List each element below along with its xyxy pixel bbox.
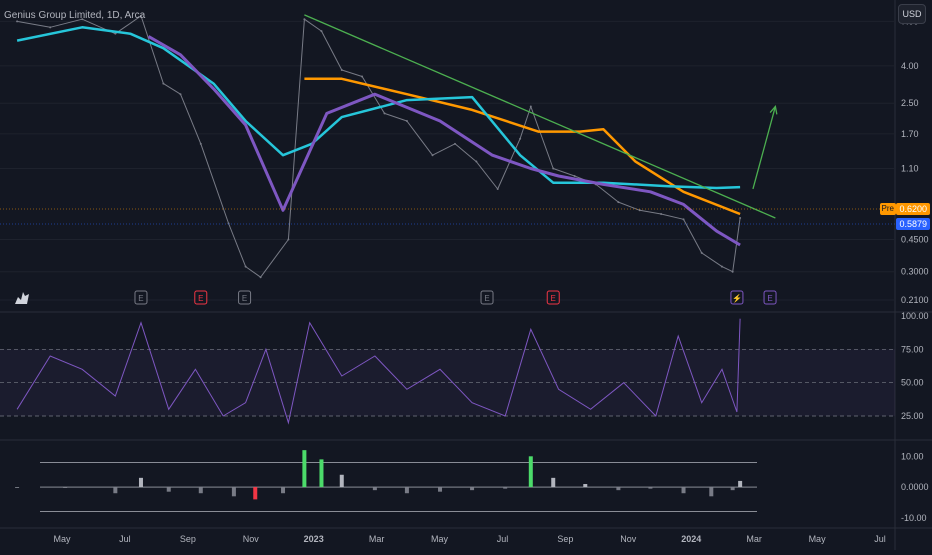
histogram-bar (302, 450, 307, 488)
histogram-tick-label: 10.00 (901, 451, 924, 461)
x-axis-label: Mar (369, 534, 385, 544)
price-tick-label: 1.10 (901, 163, 919, 173)
rsi-tick-label: 50.00 (901, 378, 924, 388)
histogram-bar (404, 487, 409, 494)
histogram-bar (738, 480, 743, 488)
rsi-tick-label: 25.00 (901, 411, 924, 421)
x-axis-label: Nov (243, 534, 260, 544)
rsi-tick-label: 100.00 (901, 311, 929, 321)
histogram-bar (319, 459, 324, 488)
earnings-icon-glyph: E (767, 294, 772, 303)
x-axis-label: 2024 (681, 534, 701, 544)
histogram-bar (438, 487, 443, 492)
price-point (287, 238, 290, 241)
histogram-bar (113, 487, 118, 494)
x-axis-label: Jul (119, 534, 131, 544)
price-point (320, 30, 323, 33)
price-point (552, 167, 555, 170)
histogram-bar (281, 487, 286, 494)
price-point (475, 160, 478, 163)
price-point (682, 218, 685, 221)
x-axis-label: Jul (497, 534, 509, 544)
histogram-tick-label: 0.0000 (901, 482, 929, 492)
x-axis-label: May (809, 534, 827, 544)
pre-market-price-tag: 0.6200 (896, 203, 930, 215)
x-axis-label: Jul (874, 534, 886, 544)
last-price-tag: 0.5879 (896, 218, 930, 230)
histogram-bar (709, 487, 714, 497)
price-tick-label: 0.3000 (901, 267, 929, 277)
price-point (199, 142, 202, 145)
price-point (340, 68, 343, 71)
currency-button[interactable]: USD (898, 4, 926, 24)
price-tick-label: 0.2100 (901, 295, 929, 305)
histogram-bar (616, 487, 621, 491)
chart-root[interactable]: 7.004.002.501.701.100.45000.30000.2100EE… (0, 0, 932, 550)
histogram-bar (372, 487, 377, 491)
price-point (660, 213, 663, 216)
x-axis-label: Mar (746, 534, 762, 544)
histogram-bar (551, 477, 556, 488)
earnings-icon-glyph: E (551, 294, 556, 303)
earnings-icon-glyph: E (242, 294, 247, 303)
price-point (617, 201, 620, 204)
chart-canvas[interactable]: 7.004.002.501.701.100.45000.30000.2100EE… (0, 0, 932, 550)
price-point (731, 270, 734, 273)
price-point (720, 265, 723, 268)
price-point (405, 119, 408, 122)
earnings-icon-glyph: E (138, 294, 143, 303)
x-axis-label: Sep (180, 534, 196, 544)
histogram-bar (63, 487, 68, 488)
split-icon-glyph: ⚡ (732, 293, 742, 303)
price-tick-label: 2.50 (901, 98, 919, 108)
price-point (361, 75, 364, 78)
price-point (383, 112, 386, 115)
histogram-bar (528, 456, 533, 488)
histogram-bar (15, 487, 20, 488)
histogram-bar (138, 477, 143, 488)
price-tick-label: 1.70 (901, 129, 919, 139)
earnings-icon-glyph: E (484, 294, 489, 303)
price-point (700, 251, 703, 254)
histogram-bar (681, 487, 686, 494)
price-tick-label: 0.4500 (901, 234, 929, 244)
price-point (453, 142, 456, 145)
price-point (519, 137, 522, 140)
histogram-bar (730, 487, 735, 491)
price-point (638, 209, 641, 212)
histogram-bar (503, 487, 508, 489)
histogram-bar (166, 487, 171, 492)
price-point (162, 82, 165, 85)
rsi-tick-label: 75.00 (901, 344, 924, 354)
histogram-bar (231, 487, 236, 497)
price-point (49, 26, 52, 29)
tradingview-logo-icon[interactable] (12, 288, 32, 308)
histogram-bar (339, 474, 344, 488)
price-point (244, 265, 247, 268)
x-axis-label: 2023 (304, 534, 324, 544)
x-axis-label: Nov (620, 534, 637, 544)
chart-background (0, 0, 932, 550)
x-axis-label: May (53, 534, 71, 544)
symbol-title: Genius Group Limited, 1D, Arca (4, 10, 146, 21)
pre-market-badge: Pre (879, 203, 896, 215)
histogram-bar (583, 484, 588, 488)
price-point (739, 216, 742, 219)
price-tick-label: 4.00 (901, 61, 919, 71)
histogram-bar (470, 487, 475, 491)
price-point (431, 154, 434, 157)
price-point (259, 276, 262, 279)
histogram-bar (648, 487, 653, 489)
price-point (303, 18, 306, 21)
x-axis-label: May (431, 534, 449, 544)
histogram-bar (198, 487, 203, 494)
histogram-bar (253, 487, 258, 500)
price-point (179, 93, 182, 96)
price-point (573, 175, 576, 178)
x-axis-label: Sep (557, 534, 573, 544)
price-point (529, 105, 532, 108)
price-point (496, 187, 499, 190)
histogram-tick-label: -10.00 (901, 513, 927, 523)
earnings-icon-glyph: E (198, 294, 203, 303)
